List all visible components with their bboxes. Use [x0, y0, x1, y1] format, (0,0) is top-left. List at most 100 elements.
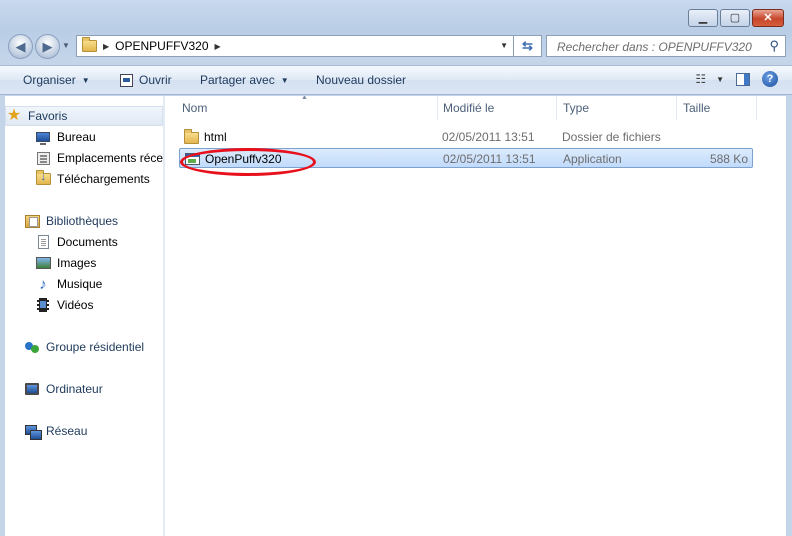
- star-icon: ★: [6, 107, 22, 124]
- help-icon: ?: [762, 71, 778, 87]
- forward-arrow-icon: ▶: [42, 38, 53, 54]
- details-view-icon: ☷: [695, 72, 707, 86]
- nav-item-downloads[interactable]: Téléchargements: [35, 169, 163, 189]
- nav-item-desktop[interactable]: Bureau: [35, 127, 163, 147]
- nav-libraries-label: Bibliothèques: [46, 214, 119, 228]
- library-icon: [24, 213, 40, 229]
- nav-homegroup[interactable]: Groupe résidentiel: [24, 337, 163, 357]
- column-header-modified[interactable]: Modifié le: [437, 96, 557, 120]
- maximize-button[interactable]: ▢: [720, 9, 750, 27]
- help-button[interactable]: ?: [762, 71, 778, 87]
- nav-favorites-label: Favoris: [28, 109, 68, 123]
- music-icon: ♪: [39, 275, 47, 293]
- view-options-button[interactable]: ☷ ▼: [695, 72, 724, 86]
- file-row-html[interactable]: html 02/05/2011 13:51 Dossier de fichier…: [179, 127, 753, 147]
- nav-computer-label: Ordinateur: [46, 382, 103, 396]
- recent-pages-dropdown[interactable]: ▼: [62, 41, 70, 50]
- sort-ascending-icon: ▲: [301, 96, 308, 101]
- column-header-label: Modifié le: [443, 101, 495, 115]
- search-input[interactable]: [555, 37, 769, 57]
- back-arrow-icon: ◀: [15, 38, 26, 54]
- file-modified: 02/05/2011 13:51: [442, 130, 535, 144]
- nav-item-label: Bureau: [57, 130, 96, 144]
- chevron-down-icon: ▼: [81, 75, 90, 85]
- nav-libraries[interactable]: Bibliothèques: [24, 211, 163, 231]
- share-label: Partager avec: [200, 73, 275, 87]
- address-bar[interactable]: ▶ OPENPUFFV320 ▶ ▼: [76, 35, 514, 57]
- nav-favorites[interactable]: ★ Favoris: [5, 106, 163, 126]
- recent-places-icon: [35, 150, 51, 166]
- column-header-label: Taille: [683, 101, 711, 115]
- nav-item-images[interactable]: Images: [35, 253, 163, 273]
- view-controls: ☷ ▼ ?: [683, 71, 778, 87]
- nav-item-recent-places[interactable]: Emplacements récen: [35, 148, 164, 168]
- new-folder-label: Nouveau dossier: [316, 73, 407, 87]
- navigation-pane: ★ Favoris Bureau Emplacements récen Télé…: [5, 96, 164, 536]
- nav-network[interactable]: Réseau: [24, 421, 163, 441]
- refresh-button[interactable]: ⇆: [514, 35, 542, 57]
- close-button[interactable]: ✕: [752, 9, 784, 27]
- nav-item-documents[interactable]: Documents: [35, 232, 163, 252]
- share-button[interactable]: Partager avec ▼: [200, 73, 289, 87]
- preview-pane-icon: [736, 72, 750, 86]
- nav-homegroup-label: Groupe résidentiel: [46, 340, 145, 354]
- downloads-icon: [35, 170, 51, 187]
- network-icon: [24, 423, 42, 440]
- computer-icon: [24, 381, 40, 397]
- minimize-button[interactable]: ▁: [688, 9, 718, 27]
- chevron-down-icon: ▼: [716, 74, 724, 84]
- column-header-label: Nom: [182, 101, 208, 115]
- minimize-icon: ▁: [698, 11, 708, 24]
- open-button[interactable]: Ouvrir: [120, 73, 172, 87]
- new-folder-button[interactable]: Nouveau dossier: [316, 73, 406, 87]
- nav-network-label: Réseau: [46, 424, 88, 438]
- organize-button[interactable]: Organiser ▼: [23, 73, 90, 87]
- file-name-cell: OpenPuffv320: [185, 149, 282, 169]
- folder-icon: [82, 37, 97, 52]
- column-header-size[interactable]: Taille: [677, 96, 757, 120]
- back-button[interactable]: ◀: [8, 34, 33, 59]
- search-icon[interactable]: ⚲: [769, 38, 779, 54]
- nav-item-label: Musique: [57, 277, 103, 291]
- search-box[interactable]: ⚲: [546, 35, 786, 57]
- application-icon: [185, 153, 200, 165]
- images-icon: [35, 255, 51, 271]
- breadcrumb-openpuff[interactable]: OPENPUFFV320: [115, 39, 208, 53]
- file-row-openpuff[interactable]: OpenPuffv320 02/05/2011 13:51 Applicatio…: [179, 148, 753, 168]
- caption-buttons: ▁ ▢ ✕: [686, 9, 784, 27]
- file-type: Application: [563, 152, 622, 166]
- documents-icon: [35, 234, 51, 250]
- file-name: html: [204, 130, 227, 144]
- breadcrumb-separator-icon[interactable]: ▶: [215, 42, 221, 51]
- nav-computer[interactable]: Ordinateur: [24, 379, 163, 399]
- refresh-icon: ⇆: [522, 38, 533, 53]
- column-header-label: Type: [563, 101, 590, 115]
- nav-item-label: Téléchargements: [57, 172, 150, 186]
- folder-icon: [184, 129, 199, 144]
- forward-button[interactable]: ▶: [35, 34, 60, 59]
- nav-item-label: Emplacements récen: [57, 151, 164, 165]
- explorer-window: ▁ ▢ ✕ ◀ ▶ ▼ ▶ OPENPUFFV320 ▶ ▼ ⇆ ⚲ Organ…: [0, 0, 792, 536]
- command-bar: Organiser ▼ Ouvrir Partager avec ▼ Nouveau…: [0, 65, 792, 95]
- column-header-type[interactable]: Type: [557, 96, 677, 120]
- file-type: Dossier de fichiers: [562, 130, 661, 144]
- organize-label: Organiser: [23, 73, 76, 87]
- open-label: Ouvrir: [139, 73, 172, 87]
- desktop-icon: [35, 129, 51, 145]
- open-icon: [120, 73, 133, 87]
- file-modified: 02/05/2011 13:51: [443, 152, 536, 166]
- preview-pane-button[interactable]: [736, 72, 750, 86]
- maximize-icon: ▢: [729, 11, 741, 24]
- homegroup-icon: [24, 339, 40, 355]
- file-size: 588 Ko: [709, 152, 748, 166]
- close-icon: ✕: [763, 11, 773, 24]
- nav-item-label: Images: [57, 256, 97, 270]
- file-list: Nom ▲ Modifié le Type Taille html 02/05/…: [165, 96, 786, 536]
- nav-item-music[interactable]: ♪ Musique: [35, 274, 163, 294]
- address-dropdown-icon[interactable]: ▼: [500, 41, 508, 50]
- nav-item-videos[interactable]: Vidéos: [35, 295, 163, 315]
- chevron-down-icon: ▼: [280, 75, 289, 85]
- file-name-cell: html: [184, 127, 227, 147]
- nav-item-label: Documents: [57, 235, 118, 249]
- breadcrumb-separator-icon[interactable]: ▶: [103, 42, 109, 51]
